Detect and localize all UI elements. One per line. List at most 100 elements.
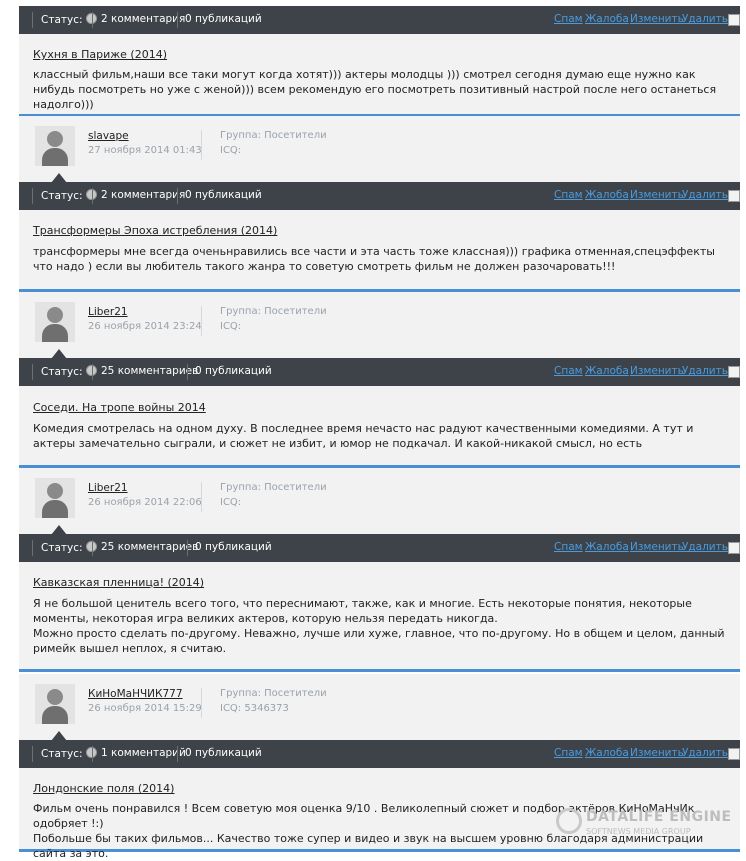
user-panel: Liber21 26 ноября 2014 23:24 Группа: Посет… <box>19 292 740 359</box>
user-icq: ICQ: <box>220 321 242 332</box>
divider <box>201 306 202 336</box>
comment-toolbar: Статус: 25 комментариев 0 публикаций Спам Жа… <box>19 358 740 386</box>
edit-link[interactable]: Изменить <box>630 365 684 377</box>
status-label: Статус: <box>41 747 97 760</box>
select-checkbox[interactable] <box>728 748 740 760</box>
user-group: Группа: Посетители <box>220 130 327 141</box>
comment-title-link[interactable]: Соседи. На тропе войны 2014 <box>33 401 206 414</box>
comment-date: 26 ноября 2014 23:24 <box>88 321 202 332</box>
divider <box>92 188 93 204</box>
comment-date: 26 ноября 2014 15:29 <box>88 703 202 714</box>
select-checkbox[interactable] <box>728 14 740 26</box>
spam-link[interactable]: Спам <box>554 541 583 553</box>
comment-title-link[interactable]: Кавказская пленница! (2014) <box>33 576 204 589</box>
complaint-link[interactable]: Жалоба <box>585 365 629 377</box>
user-group: Группа: Посетители <box>220 306 327 317</box>
status-text: Статус: <box>41 14 83 26</box>
status-text: Статус: <box>41 542 83 554</box>
publications-count: 0 публикаций <box>185 13 262 25</box>
edit-link[interactable]: Изменить <box>630 541 684 553</box>
status-label: Статус: <box>41 189 97 202</box>
comment-title-link[interactable]: Лондонские поля (2014) <box>33 782 174 795</box>
delete-link[interactable]: Удалить <box>682 189 728 201</box>
comment-text: трансформеры мне всегда оченьнравились в… <box>33 245 715 273</box>
status-text: Статус: <box>41 748 83 760</box>
spam-link[interactable]: Спам <box>554 13 583 25</box>
divider <box>92 12 93 28</box>
divider <box>201 130 202 160</box>
comments-count: 25 комментариев <box>101 541 199 553</box>
avatar[interactable] <box>35 684 75 724</box>
username-link[interactable]: slavape <box>88 130 129 142</box>
divider <box>177 188 178 204</box>
comment-title-link[interactable]: Трансформеры Эпоха истребления (2014) <box>33 224 277 237</box>
spam-link[interactable]: Спам <box>554 365 583 377</box>
select-checkbox[interactable] <box>728 190 740 202</box>
avatar-body-icon <box>42 500 68 518</box>
edit-link[interactable]: Изменить <box>630 747 684 759</box>
user-panel: КиНоМаНЧИК777 26 ноября 2014 15:29 Группа:… <box>19 674 740 741</box>
username-link[interactable]: Liber21 <box>88 482 128 494</box>
avatar[interactable] <box>35 302 75 342</box>
user-icq: ICQ: <box>220 497 242 508</box>
username-link[interactable]: Liber21 <box>88 306 128 318</box>
select-checkbox[interactable] <box>728 366 740 378</box>
comments-count: 2 комментария <box>101 189 186 201</box>
divider <box>92 540 93 556</box>
divider <box>32 188 33 204</box>
status-label: Статус: <box>41 365 97 378</box>
watermark-subtitle: SOFTNEWS MEDIA GROUP <box>586 827 691 836</box>
complaint-link[interactable]: Жалоба <box>585 747 629 759</box>
comment-body: Соседи. На тропе войны 2014 Комедия смотр… <box>19 386 740 468</box>
divider <box>187 540 188 556</box>
comments-count: 25 комментариев <box>101 365 199 377</box>
avatar-body-icon <box>42 324 68 342</box>
publications-count: 0 публикаций <box>185 189 262 201</box>
comment-body: Кухня в Париже (2014) классный фильм,наши… <box>19 34 740 117</box>
comment-toolbar: Статус: 2 комментария 0 публикаций Спам Жало… <box>19 182 740 210</box>
status-label: Статус: <box>41 13 97 26</box>
edit-link[interactable]: Изменить <box>630 13 684 25</box>
spam-link[interactable]: Спам <box>554 189 583 201</box>
comments-count: 2 комментария <box>101 13 186 25</box>
comment-date: 27 ноября 2014 01:43 <box>88 145 202 156</box>
comment-toolbar: Статус: 2 комментария 0 публикаций Спам Жало… <box>19 6 740 34</box>
comment-text: Я не большой ценитель всего того, что пе… <box>33 597 725 655</box>
divider <box>201 482 202 512</box>
complaint-link[interactable]: Жалоба <box>585 541 629 553</box>
delete-link[interactable]: Удалить <box>682 541 728 553</box>
divider <box>92 364 93 380</box>
complaint-link[interactable]: Жалоба <box>585 189 629 201</box>
publications-count: 0 публикаций <box>195 365 272 377</box>
avatar-head-icon <box>47 483 63 499</box>
divider <box>177 746 178 762</box>
delete-link[interactable]: Удалить <box>682 13 728 25</box>
publications-count: 0 публикаций <box>195 541 272 553</box>
comment-toolbar: Статус: 1 комментарий 0 публикаций Спам Жало… <box>19 740 740 768</box>
delete-link[interactable]: Удалить <box>682 747 728 759</box>
divider <box>201 688 202 718</box>
username-link[interactable]: КиНоМаНЧИК777 <box>88 688 183 700</box>
avatar[interactable] <box>35 478 75 518</box>
avatar[interactable] <box>35 126 75 166</box>
divider <box>92 746 93 762</box>
divider <box>177 12 178 28</box>
divider <box>187 364 188 380</box>
edit-link[interactable]: Изменить <box>630 189 684 201</box>
complaint-link[interactable]: Жалоба <box>585 13 629 25</box>
watermark: DATALIFE ENGINE SOFTNEWS MEDIA GROUP <box>556 805 746 841</box>
avatar-head-icon <box>47 131 63 147</box>
select-checkbox[interactable] <box>728 542 740 554</box>
comment-text: Комедия смотрелась на одном духу. В посл… <box>33 422 694 450</box>
delete-link[interactable]: Удалить <box>682 365 728 377</box>
spam-link[interactable]: Спам <box>554 747 583 759</box>
watermark-title: DATALIFE ENGINE <box>586 809 732 825</box>
comment-date: 26 ноября 2014 22:06 <box>88 497 202 508</box>
dle-logo-icon <box>556 808 582 834</box>
comment-title-link[interactable]: Кухня в Париже (2014) <box>33 48 167 61</box>
divider <box>32 12 33 28</box>
user-panel: slavape 27 ноября 2014 01:43 Группа: Посет… <box>19 116 740 183</box>
divider <box>32 540 33 556</box>
user-group: Группа: Посетители <box>220 688 327 699</box>
avatar-head-icon <box>47 689 63 705</box>
